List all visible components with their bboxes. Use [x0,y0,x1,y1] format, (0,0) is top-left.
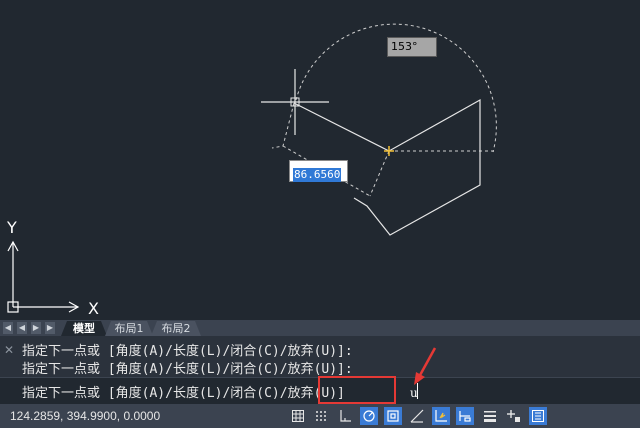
add-icon[interactable] [505,407,523,425]
ucs-icon [7,240,80,313]
lineweight-icon[interactable] [481,407,499,425]
ortho-icon[interactable] [336,407,354,425]
crosshair-cursor [261,69,329,135]
tab-layout1[interactable]: 布局1 [105,321,153,336]
otrack-icon[interactable] [408,407,426,425]
coordinate-readout: 124.2859, 394.9900, 0.0000 [10,409,161,423]
length-input-field[interactable]: 86.6560 [289,160,348,182]
first-tab-button[interactable]: ◀ [3,322,13,334]
dimension-extension-lines [271,102,295,149]
ucs-y-label: Y [7,218,17,237]
snap-icon[interactable] [312,407,330,425]
length-input-value: 86.6560 [293,168,342,182]
close-icon[interactable]: ✕ [4,343,14,357]
undo-highlight-box [318,376,396,404]
history-line: 指定下一点或 [角度(A)/长度(L)/闭合(C)/放弃(U)]: [22,362,353,377]
angle-tooltip: 153° [387,37,437,57]
dynamic-input-icon[interactable] [456,407,474,425]
command-prompt: 指定下一点或 [角度(A)/长度(L)/闭合(C)/放弃(U)] [22,382,345,401]
polar-icon[interactable] [360,407,378,425]
history-line: 指定下一点或 [角度(A)/长度(L)/闭合(C)/放弃(U)]: [22,344,353,359]
layout-tab-bar: ◀ ◀ ▶ ▶ 模型 布局1 布局2 [0,320,640,336]
osnap-icon[interactable] [384,407,402,425]
annotation-arrow-icon [414,347,437,385]
previous-tab-button[interactable]: ◀ [17,322,27,334]
next-tab-button[interactable]: ▶ [31,322,41,334]
last-tab-button[interactable]: ▶ [45,322,55,334]
snap-marker-icon [384,146,394,156]
grid-icon[interactable] [289,407,307,425]
drawing-canvas[interactable]: 153° 86.6560 Y X [0,0,640,320]
tab-layout2[interactable]: 布局2 [151,321,201,336]
dimension-extension-line-2 [369,150,390,197]
dynamic-ucs-icon[interactable] [432,407,450,425]
ucs-x-label: X [88,299,99,318]
customize-icon[interactable] [529,407,547,425]
tab-model[interactable]: 模型 [61,321,107,336]
command-prompt-text: 指定下一点或 [角度(A)/长度(L)/闭合(C) [22,386,280,401]
